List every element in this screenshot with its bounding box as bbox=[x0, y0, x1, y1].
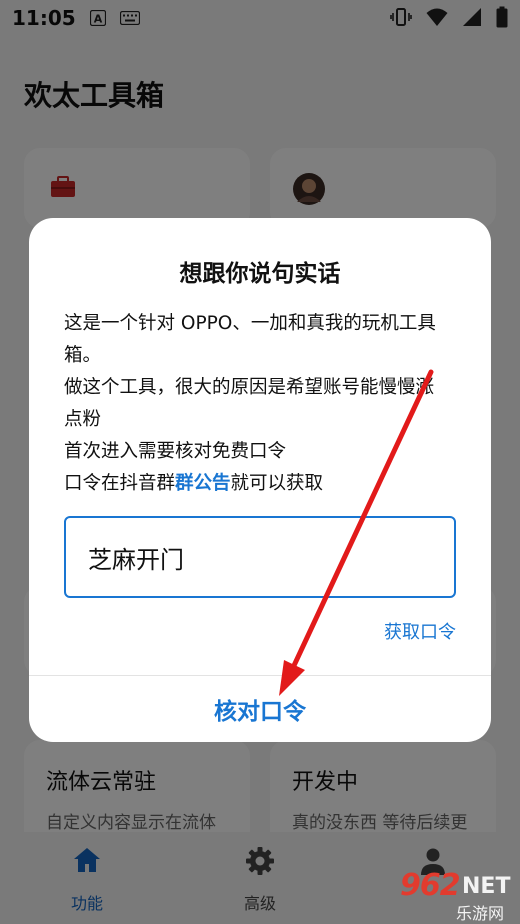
message-line: 做这个工具，很大的原因是希望账号能慢慢涨 bbox=[64, 377, 435, 398]
dialog-title: 想跟你说句实话 bbox=[179, 261, 341, 287]
site-watermark: 962 NET 乐游网 bbox=[392, 868, 512, 923]
message-line: 这是一个针对 OPPO、一加和真我的玩机工具 bbox=[64, 313, 436, 334]
dialog-message: 这是一个针对 OPPO、一加和真我的玩机工具 箱。 做这个工具，很大的原因是希望… bbox=[64, 308, 464, 500]
password-dialog: 想跟你说句实话 这是一个针对 OPPO、一加和真我的玩机工具 箱。 做这个工具，… bbox=[29, 218, 491, 742]
password-input[interactable] bbox=[64, 516, 456, 598]
message-text: 就可以获取 bbox=[230, 473, 324, 494]
group-notice-link[interactable]: 群公告 bbox=[175, 473, 231, 494]
message-line: 口令在抖音群群公告就可以获取 bbox=[64, 468, 464, 500]
watermark-net: NET bbox=[462, 874, 511, 899]
get-code-link[interactable]: 获取口令 bbox=[384, 618, 456, 644]
message-line: 首次进入需要核对免费口令 bbox=[64, 441, 287, 462]
verify-code-button[interactable]: 核对口令 bbox=[29, 676, 491, 742]
message-line: 点粉 bbox=[64, 409, 102, 430]
watermark-sub: 乐游网 bbox=[456, 904, 505, 923]
watermark-number: 962 bbox=[400, 868, 461, 903]
message-text: 口令在抖音群 bbox=[64, 473, 176, 494]
message-line: 箱。 bbox=[64, 345, 102, 366]
